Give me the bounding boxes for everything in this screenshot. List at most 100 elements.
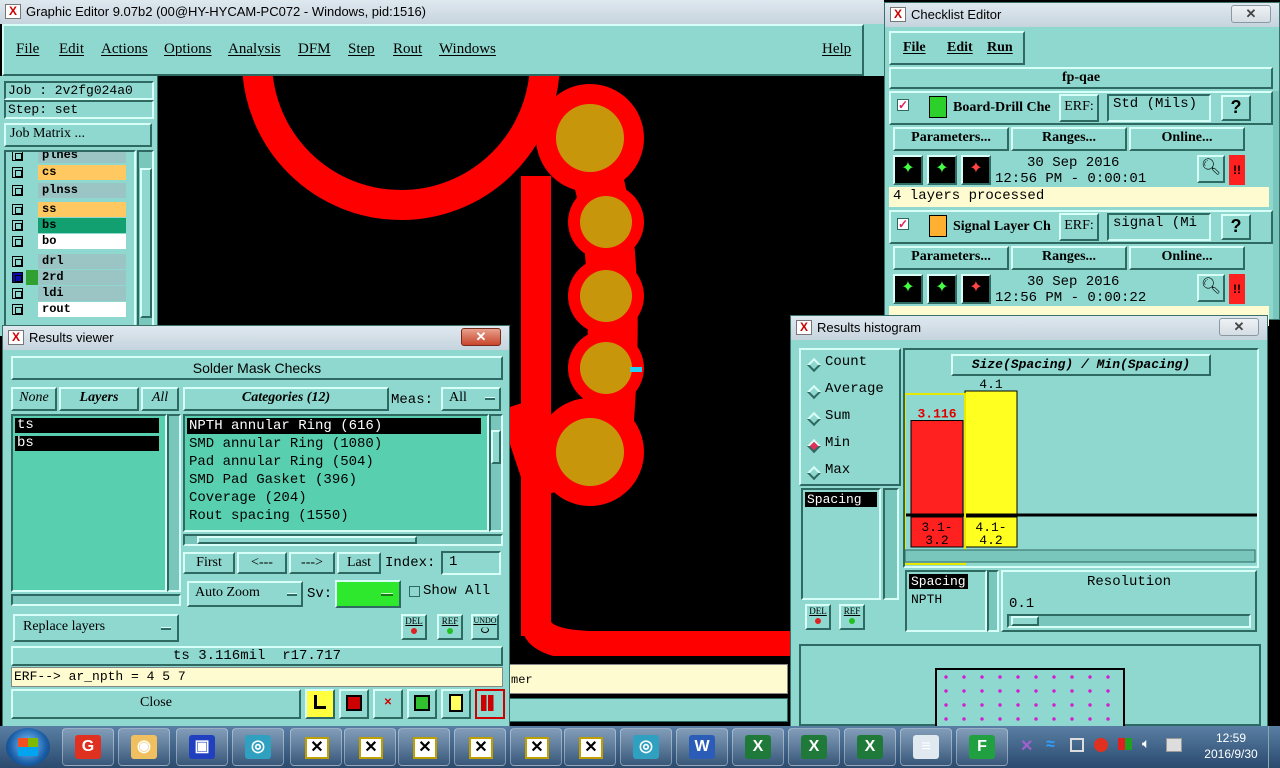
task-save-icon[interactable]: ▣ xyxy=(176,728,228,766)
run-icon[interactable]: ✦ xyxy=(893,155,923,185)
next-button[interactable]: ---> xyxy=(289,552,335,574)
layer-row-bs[interactable]: bs xyxy=(8,218,126,233)
erf-value-field[interactable]: signal (Mi xyxy=(1107,213,1211,241)
layer-scroll-thumb[interactable] xyxy=(140,168,152,318)
task-x-1-icon[interactable]: ✕ xyxy=(290,728,342,766)
tray-network-icon[interactable] xyxy=(1166,738,1182,752)
histogram-close-button[interactable]: ✕ xyxy=(1219,318,1259,336)
run-selected-icon[interactable]: ✦ xyxy=(927,274,957,304)
task-excel-3-icon[interactable]: X xyxy=(844,728,896,766)
online-button[interactable]: Online... xyxy=(1129,246,1245,270)
layer-row-bo[interactable]: bo xyxy=(8,234,126,249)
layer-checkbox[interactable] xyxy=(12,288,23,299)
layer-checkbox[interactable] xyxy=(12,185,23,196)
menu-analysis[interactable]: Analysis xyxy=(228,41,281,58)
start-button[interactable] xyxy=(6,728,50,766)
task-x-4-icon[interactable]: ✕ xyxy=(454,728,506,766)
radio-max[interactable] xyxy=(806,465,822,481)
report-tool-icon[interactable] xyxy=(339,689,369,719)
close-button[interactable]: Close xyxy=(11,689,301,719)
checklist-item-row[interactable]: ✓ Signal Layer Ch ERF: signal (Mi ? xyxy=(889,210,1273,244)
task-app-f-icon[interactable]: F xyxy=(956,728,1008,766)
layers-button[interactable]: Layers xyxy=(59,387,139,411)
result-layer-bs[interactable]: bs xyxy=(15,436,159,451)
menu-options[interactable]: Options xyxy=(164,41,212,58)
layer-row-plnes[interactable]: plnes xyxy=(8,152,126,163)
last-button[interactable]: Last xyxy=(337,552,381,574)
hist-ref-button[interactable]: REF xyxy=(839,604,865,630)
stop-icon[interactable]: ✦ xyxy=(961,274,991,304)
task-x-3-icon[interactable]: ✕ xyxy=(398,728,450,766)
first-button[interactable]: First xyxy=(183,552,235,574)
resolution-slider-thumb[interactable] xyxy=(1011,616,1039,626)
resolution-slider[interactable] xyxy=(1007,614,1251,628)
tray-feather-icon[interactable]: ≈ xyxy=(1046,736,1055,754)
layer-checkbox[interactable] xyxy=(12,220,23,231)
histogram-tool-icon[interactable] xyxy=(305,689,335,719)
stop-icon[interactable]: ✦ xyxy=(961,155,991,185)
checklist-menu-file[interactable]: File xyxy=(903,40,926,56)
delete-ref-tool-icon[interactable]: ✕ xyxy=(373,689,403,719)
tray-antivirus-icon[interactable] xyxy=(1094,738,1108,752)
help-button[interactable]: ? xyxy=(1221,214,1251,240)
task-viewer-2-icon[interactable]: ◎ xyxy=(620,728,672,766)
none-button[interactable]: None xyxy=(11,387,57,411)
menu-rout[interactable]: Rout xyxy=(393,41,422,58)
menu-file[interactable]: File xyxy=(16,41,39,58)
categories-button[interactable]: Categories (12) xyxy=(183,387,389,411)
category-item[interactable]: SMD Pad Gasket (396) xyxy=(187,472,481,488)
chart-tool-icon[interactable] xyxy=(475,689,505,719)
item-check-icon[interactable]: ✓ xyxy=(897,218,909,230)
layer-row-rout[interactable]: rout xyxy=(8,302,126,317)
task-word-icon[interactable]: W xyxy=(676,728,728,766)
layer-scrollbar[interactable] xyxy=(137,150,154,336)
prev-button[interactable]: <--- xyxy=(237,552,287,574)
task-x-6-icon[interactable]: ✕ xyxy=(564,728,616,766)
category-item[interactable]: Rout spacing (1550) xyxy=(187,508,481,524)
category-item[interactable]: Pad annular Ring (504) xyxy=(187,454,481,470)
all-layers-button[interactable]: All xyxy=(141,387,179,411)
categories-vscroll[interactable] xyxy=(489,414,503,532)
categories-hscroll-thumb[interactable] xyxy=(197,536,417,544)
menu-edit[interactable]: Edit xyxy=(59,41,84,58)
category-item[interactable]: NPTH annular Ring (616) xyxy=(187,418,481,434)
parameters-button[interactable]: Parameters... xyxy=(893,127,1009,151)
layer-checkbox[interactable] xyxy=(12,304,23,315)
tray-volume-icon[interactable]: 🔈︎ xyxy=(1142,736,1150,752)
notes-tool-icon[interactable] xyxy=(441,689,471,719)
index-input[interactable]: 1 xyxy=(441,551,501,575)
histogram-series-scroll[interactable] xyxy=(883,488,899,600)
item-check-icon[interactable]: ✓ xyxy=(897,99,909,111)
layer-checkbox[interactable] xyxy=(12,256,23,267)
layer-row-2rd[interactable]: 2rd xyxy=(8,270,126,285)
undo-button[interactable]: UNDO xyxy=(471,614,499,640)
layer-row-ldi[interactable]: ldi xyxy=(8,286,126,301)
layer-row-cs[interactable]: cs xyxy=(8,165,126,180)
categories-scroll-thumb[interactable] xyxy=(491,430,501,464)
auto-zoom-select[interactable]: Auto Zoom xyxy=(187,581,303,607)
legend-npth[interactable]: NPTH xyxy=(911,592,942,607)
checklist-menu-edit[interactable]: Edit xyxy=(947,40,973,56)
run-selected-icon[interactable]: ✦ xyxy=(927,155,957,185)
results-viewer-close-button[interactable]: ✕ xyxy=(461,328,501,346)
checklist-item-row[interactable]: ✓ Board-Drill Che ERF: Std (Mils) ? xyxy=(889,91,1273,125)
show-all-checkbox[interactable] xyxy=(409,586,420,597)
checklist-menu-run[interactable]: Run xyxy=(987,40,1013,56)
clock[interactable]: 12:59 2016/9/30 xyxy=(1196,730,1266,764)
menu-dfm[interactable]: DFM xyxy=(298,41,331,58)
task-viewer-icon[interactable]: ◎ xyxy=(232,728,284,766)
sv-select[interactable] xyxy=(335,580,401,608)
result-layers-vscroll[interactable] xyxy=(167,414,181,592)
task-excel-1-icon[interactable]: X xyxy=(732,728,784,766)
menu-actions[interactable]: Actions xyxy=(101,41,148,58)
radio-sum[interactable] xyxy=(806,411,822,427)
result-layer-ts[interactable]: ts xyxy=(15,418,159,433)
layer-checkbox[interactable] xyxy=(12,152,23,161)
category-item[interactable]: SMD annular Ring (1080) xyxy=(187,436,481,452)
layer-checkbox[interactable] xyxy=(12,236,23,247)
radio-average[interactable] xyxy=(806,384,822,400)
checklist-scrollbar[interactable] xyxy=(1273,91,1279,319)
menu-help[interactable]: Help xyxy=(822,41,851,58)
result-layers-hscroll[interactable] xyxy=(11,594,181,606)
erf-value-field[interactable]: Std (Mils) xyxy=(1107,94,1211,122)
